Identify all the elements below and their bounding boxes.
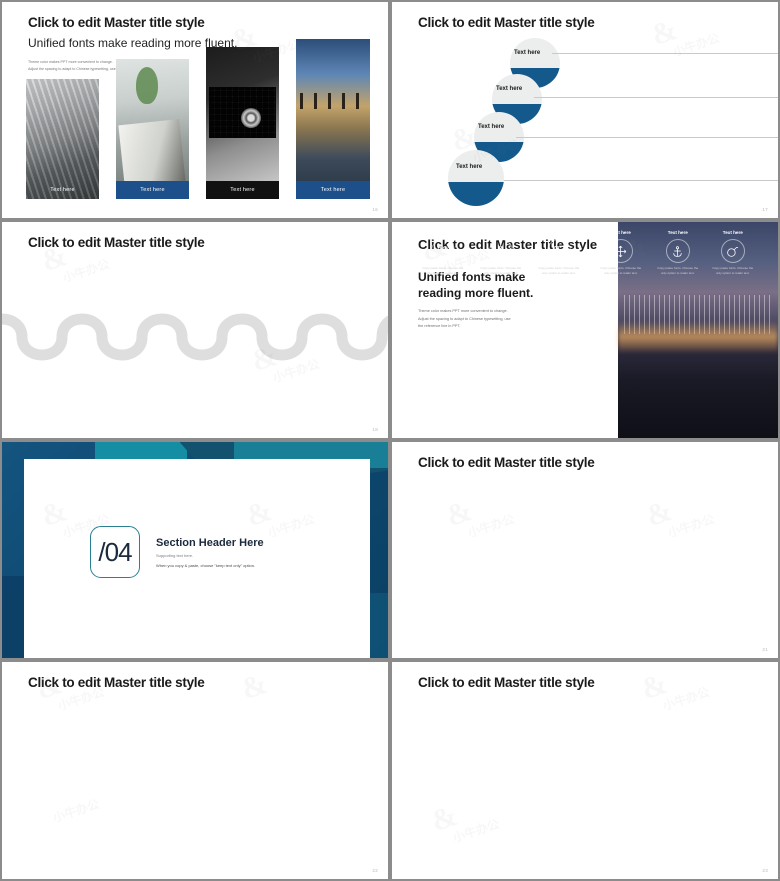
- wave-path: [2, 313, 388, 361]
- photo-card[interactable]: Text here: [206, 47, 279, 199]
- pier-sunset-image: [296, 39, 370, 199]
- icon-item-text: Copy paste fonts. Choose the only option…: [480, 266, 522, 276]
- icon-item-heading: Text here: [667, 230, 688, 235]
- page-title: Click to edit Master title style: [418, 15, 595, 30]
- page-title: Click to edit Master title style: [28, 235, 205, 250]
- slide-photo-icons[interactable]: Click to edit Master title style Unified…: [390, 220, 780, 440]
- section-number-badge: /04: [90, 526, 140, 578]
- step-label: Text here: [456, 164, 483, 170]
- icon-item[interactable]: Text here Copy paste fonts. Choose the o…: [472, 222, 530, 297]
- page-title: Click to edit Master title style: [418, 675, 595, 690]
- exit-door-icon: [546, 239, 571, 263]
- section-heading: Section Header Here: [156, 537, 264, 549]
- page-number: 22: [372, 868, 378, 873]
- photo-card[interactable]: Text here: [116, 59, 189, 199]
- step-label: Text here: [514, 50, 541, 56]
- body-line-2: Adjust the spacing to adapt to Chinese t…: [418, 316, 511, 321]
- photo-caption: Text here: [206, 181, 279, 199]
- icon-item-text: Copy paste fonts. Choose the only option…: [538, 266, 580, 276]
- slide-pyramid[interactable]: Click to edit Master title style Text Te…: [0, 660, 390, 881]
- icon-item-text: Copy paste fonts. Choose the only option…: [712, 266, 754, 276]
- slide-wave-timeline[interactable]: Click to edit Master title style Text he…: [0, 220, 390, 440]
- icon-item-heading: Text here: [722, 230, 743, 235]
- page-title: Click to edit Master title style: [418, 455, 595, 470]
- slide-section-header[interactable]: /04 Section Header Here Supporting text …: [0, 440, 390, 660]
- photo-caption: Text here: [50, 187, 75, 193]
- connector-line: [534, 97, 778, 98]
- section-support-1: Supporting text here.: [156, 553, 194, 558]
- section-card: [24, 459, 370, 658]
- icon-item-text: Copy paste fonts. Choose the only option…: [600, 266, 642, 276]
- icon-item-heading: Text here: [490, 230, 511, 235]
- section-support-2: When you copy & paste, choose "keep text…: [156, 563, 256, 568]
- slide-circuit-flow[interactable]: Click to edit Master title style Copy pa…: [390, 660, 780, 881]
- icon-item[interactable]: Text here Copy paste fonts. Choose the o…: [649, 222, 707, 297]
- page-title: Click to edit Master title style: [28, 675, 205, 690]
- photo-card-row: Text here Text here Text here Text here: [26, 39, 370, 199]
- icon-item-text: Copy paste fonts. Choose the only option…: [422, 266, 464, 276]
- person-balance-icon: [488, 239, 513, 263]
- slide-circle-steps[interactable]: Click to edit Master title style Text he…: [390, 0, 780, 220]
- icon-item-heading: Text here: [432, 230, 453, 235]
- icon-item-text: Copy paste fonts. Choose the only option…: [657, 266, 699, 276]
- photo-card[interactable]: Text here: [26, 79, 99, 199]
- connector-line: [504, 180, 778, 181]
- slide-two-arrows[interactable]: Click to edit Master title style Text he…: [390, 440, 780, 660]
- photo-card[interactable]: Text here: [296, 39, 370, 199]
- body-line-1: Theme color makes PPT more convenient to…: [418, 309, 508, 313]
- photo-caption: Text here: [116, 181, 189, 199]
- page-number: 23: [762, 868, 768, 873]
- page-title: Click to edit Master title style: [28, 15, 205, 30]
- icon-item[interactable]: Text here Copy paste fonts. Choose the o…: [704, 222, 762, 297]
- business-newspaper-image: [116, 59, 189, 199]
- connector-line: [516, 137, 778, 138]
- step-label: Text here: [496, 86, 523, 92]
- icon-item-heading: Text here: [610, 230, 631, 235]
- camera-lens-icon: [241, 107, 262, 128]
- watermark: &小牛办公 &小牛办公: [32, 666, 272, 826]
- slide-thumbnail-grid: Click to edit Master title style Unified…: [0, 0, 780, 881]
- icon-item[interactable]: Text here Copy paste fonts. Choose the o…: [530, 222, 588, 297]
- icon-item[interactable]: Text here Copy paste fonts. Choose the o…: [592, 222, 650, 297]
- laptop-keyboard-image: [206, 47, 279, 199]
- page-number: 17: [762, 207, 768, 212]
- icon-item[interactable]: Text here Copy paste fonts. Choose the o…: [414, 222, 472, 297]
- page-number: 21: [762, 647, 768, 652]
- page-number: 18: [372, 427, 378, 432]
- step-circle: [448, 150, 504, 206]
- phone-clock-icon: [430, 239, 455, 263]
- step-label: Text here: [478, 124, 505, 130]
- move-arrows-icon: [608, 239, 633, 263]
- anchor-icon: [665, 239, 690, 263]
- watermark: &小牛办公 &小牛办公: [427, 666, 712, 846]
- icon-item-heading: Text here: [548, 230, 569, 235]
- slide-body-text: Theme color makes PPT more convenient to…: [418, 308, 511, 331]
- page-number: 16: [372, 207, 378, 212]
- body-line-3: the reference line in PPT.: [418, 324, 461, 329]
- connector-line: [552, 53, 778, 54]
- watermark: &小牛办公 &小牛办公: [442, 493, 717, 541]
- bomb-icon: [720, 239, 745, 263]
- photo-caption: Text here: [296, 181, 370, 199]
- slide-photo-grid[interactable]: Click to edit Master title style Unified…: [0, 0, 390, 220]
